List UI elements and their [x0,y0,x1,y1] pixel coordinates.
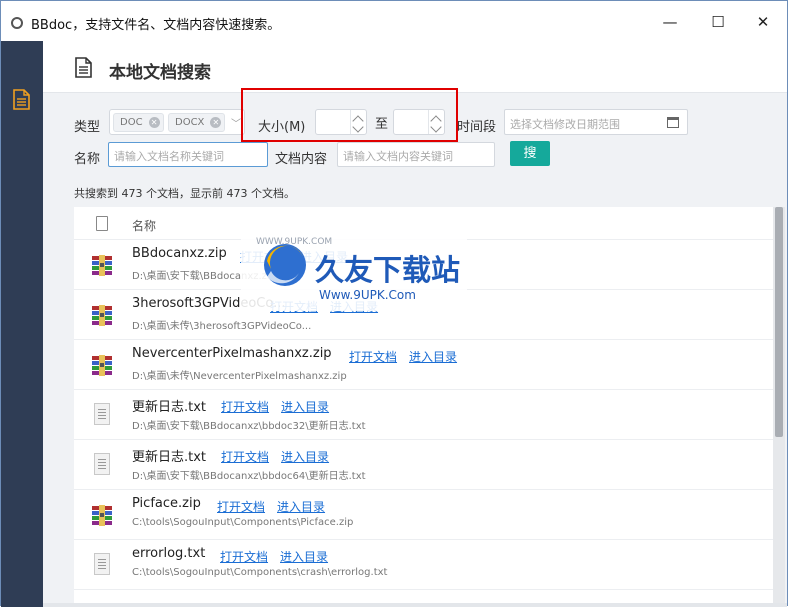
time-label: 时间段 [457,120,497,135]
file-path: D:\桌面\未传\NevercenterPixelmashanxz.zip [132,371,347,382]
svg-text:WWW.9UPK.COM: WWW.9UPK.COM [256,237,332,247]
file-path: D:\桌面\安下载\BBdocanxz\bbdoc64\更新日志.txt [132,471,366,482]
type-tag-docx[interactable]: DOCX ✕ [168,113,226,132]
type-tag-doc[interactable]: DOC ✕ [113,113,164,132]
file-actions: 打开文档进入目录 [221,448,341,465]
title-bar: BBdoc，支持文件名、文档内容快速搜索。 — ☐ ✕ [1,1,787,41]
list-item[interactable]: errorlog.txt 打开文档 进入目录 C:\tools\SogouInput\… [74,540,773,590]
chevron-down-icon[interactable]: ﹀ [231,115,241,130]
tag-label: DOC [120,117,143,128]
file-actions: 打开文档进入目录 [217,498,337,515]
scrollbar-thumb[interactable] [775,207,783,437]
open-directory-link[interactable]: 进入目录 [409,350,457,364]
file-name: NevercenterPixelmashanxz.zip [132,346,332,361]
page-header: 本地文档搜索 [43,41,787,93]
file-name: errorlog.txt [132,546,206,561]
app-window: BBdoc，支持文件名、文档内容快速搜索。 — ☐ ✕ 本地文档搜索 类型 DO… [0,0,788,607]
open-document-link[interactable]: 打开文档 [349,350,397,364]
document-icon [75,57,92,78]
calendar-icon[interactable] [667,117,679,128]
open-document-link[interactable]: 打开文档 [221,450,269,464]
open-document-link[interactable]: 打开文档 [221,400,269,414]
file-path: C:\tools\SogouInput\Components\crash\err… [132,567,388,578]
remove-tag-icon[interactable]: ✕ [210,117,222,128]
result-summary: 共搜索到 473 个文档，显示前 473 个文档。 [74,187,295,200]
file-path: D:\桌面\安下载\BBdocanxz\bbdoc32\更新日志.txt [132,421,366,432]
maximize-button[interactable]: ☐ [704,11,732,33]
content-search-input[interactable]: 请输入文档内容关键词 [337,142,495,167]
file-column-icon [96,216,108,231]
bottom-border [43,603,787,607]
name-label: 名称 [74,152,101,167]
sidebar-document-icon[interactable] [13,89,30,110]
type-label: 类型 [74,120,101,135]
content-label: 文档内容 [275,152,328,167]
file-name: BBdocanxz.zip [132,246,227,261]
search-button[interactable]: 搜 [510,141,550,166]
name-search-input[interactable]: 请输入文档名称关键词 [108,142,268,167]
file-path: C:\tools\SogouInput\Components\Picface.z… [132,517,354,528]
open-document-link[interactable]: 打开文档 [220,550,268,564]
file-actions: 打开文档进入目录 [220,548,340,565]
app-logo-icon [11,17,23,29]
archive-icon [92,255,112,276]
list-item[interactable]: 更新日志.txt 打开文档 进入目录 D:\桌面\安下载\BBdocanxz\bbdo… [74,440,773,490]
text-file-icon [94,553,110,575]
watermark-overlay: WWW.9UPK.COM 久友下载站 Www.9UPK.Com [241,217,467,311]
highlight-annotation [241,88,458,142]
remove-tag-icon[interactable]: ✕ [148,117,160,128]
scrollbar[interactable] [773,207,785,603]
open-document-link[interactable]: 打开文档 [217,500,265,514]
window-title: BBdoc，支持文件名、文档内容快速搜索。 [31,18,281,33]
close-button[interactable]: ✕ [749,11,777,33]
list-item[interactable]: 更新日志.txt 打开文档 进入目录 D:\桌面\安下载\BBdocanxz\bbdo… [74,390,773,440]
file-name: 更新日志.txt [132,450,207,465]
open-directory-link[interactable]: 进入目录 [277,500,325,514]
date-range-picker[interactable]: 选择文档修改日期范围 [504,109,688,135]
open-directory-link[interactable]: 进入目录 [280,550,328,564]
file-name: Picface.zip [132,496,201,511]
watermark-logo: WWW.9UPK.COM 久友下载站 Www.9UPK.Com [256,237,460,302]
open-directory-link[interactable]: 进入目录 [281,450,329,464]
file-name: 更新日志.txt [132,400,207,415]
archive-icon [92,355,112,376]
page-title: 本地文档搜索 [109,63,211,83]
tag-label: DOCX [175,117,205,128]
list-item[interactable]: NevercenterPixelmashanxz.zip 打开文档 进入目录 D:\桌… [74,340,773,390]
main-panel: 本地文档搜索 类型 DOC ✕ DOCX ✕ ﹀ 大小(M) 至 时间段 选择文… [43,41,787,607]
column-name: 名称 [132,219,157,233]
list-item[interactable]: Picface.zip 打开文档 进入目录 C:\tools\SogouInput\C… [74,490,773,540]
minimize-button[interactable]: — [656,11,684,33]
file-actions: 打开文档进入目录 [221,398,341,415]
text-file-icon [94,453,110,475]
open-directory-link[interactable]: 进入目录 [281,400,329,414]
svg-text:久友下载站: 久友下载站 [315,253,460,287]
svg-text:Www.9UPK.Com: Www.9UPK.Com [319,288,416,302]
file-path: D:\桌面\未传\3herosoft3GPVideoCo... [132,321,312,332]
file-actions: 打开文档进入目录 [349,348,469,365]
type-select[interactable]: DOC ✕ DOCX ✕ ﹀ [109,109,245,135]
archive-icon [92,505,112,526]
archive-icon [92,305,112,326]
sidebar [1,41,43,607]
text-file-icon [94,403,110,425]
